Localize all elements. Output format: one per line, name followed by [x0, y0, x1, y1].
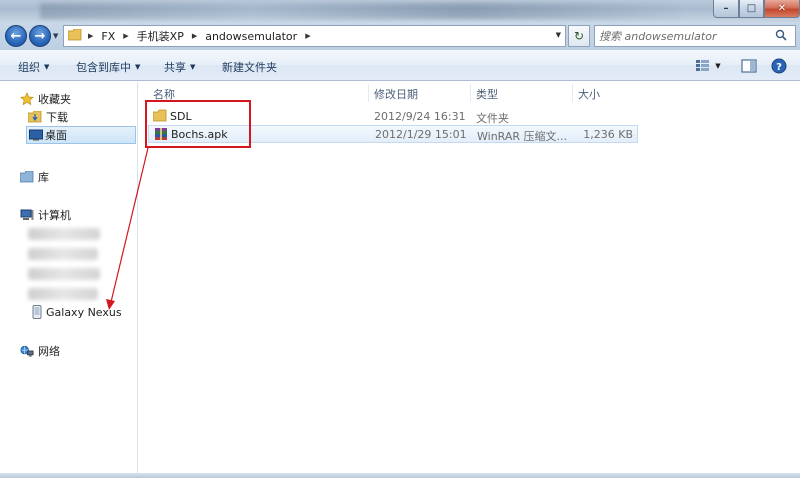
- sidebar-item-label: 桌面: [45, 129, 67, 142]
- svg-text:?: ?: [776, 62, 782, 73]
- minimize-button[interactable]: –: [713, 0, 739, 18]
- file-modified-date: 2012/9/24 16:31: [374, 110, 466, 123]
- breadcrumb-chevron-icon[interactable]: ▶: [305, 32, 310, 40]
- desktop-icon: [29, 128, 43, 142]
- sidebar-item-label: Galaxy Nexus: [46, 305, 122, 319]
- search-input[interactable]: [599, 29, 769, 43]
- chevron-down-icon: ▼: [190, 63, 196, 71]
- redacted-drive-item: [28, 228, 100, 240]
- star-icon: [20, 92, 34, 106]
- sidebar-item-downloads[interactable]: 下载: [0, 108, 138, 126]
- sidebar-item-favorites[interactable]: 收藏夹: [0, 90, 138, 108]
- column-divider[interactable]: [368, 84, 369, 102]
- back-arrow-icon: ←: [10, 28, 22, 44]
- sidebar-item-network[interactable]: 网络: [0, 342, 138, 360]
- sidebar-item-galaxy-nexus[interactable]: Galaxy Nexus: [0, 303, 138, 321]
- search-box[interactable]: [594, 25, 796, 47]
- back-button[interactable]: ←: [5, 25, 27, 47]
- address-bar[interactable]: ▶ FX ▶ 手机装XP ▶ andowsemulator ▶ ▼: [63, 25, 566, 47]
- recent-pages-dropdown-icon[interactable]: ▼: [53, 32, 58, 40]
- file-type: 文件夹: [476, 112, 509, 125]
- refresh-icon: ↻: [573, 29, 585, 43]
- breadcrumb-chevron-icon[interactable]: ▶: [123, 32, 128, 40]
- search-icon[interactable]: [775, 29, 787, 44]
- column-header-size[interactable]: 大小: [578, 86, 600, 102]
- refresh-button[interactable]: ↻: [568, 25, 590, 47]
- sidebar-item-label: 网络: [38, 345, 60, 358]
- forward-arrow-icon: →: [34, 28, 46, 44]
- sidebar-item-computer[interactable]: 计算机: [0, 206, 138, 224]
- file-size: 1,236 KB: [583, 128, 633, 141]
- command-bar: 组织 ▼ 包含到库中 ▼ 共享 ▼ 新建文件夹 ▼ ?: [0, 50, 800, 81]
- close-icon: ✕: [777, 2, 787, 14]
- organize-label: 组织: [18, 61, 40, 74]
- breadcrumb-item-andowsemulator[interactable]: andowsemulator: [205, 30, 297, 43]
- chevron-down-icon: ▼: [715, 62, 721, 70]
- sidebar-item-label: 收藏夹: [38, 93, 71, 106]
- computer-icon: [20, 208, 34, 222]
- downloads-folder-icon: [28, 110, 42, 124]
- maximize-button[interactable]: □: [739, 0, 764, 18]
- change-view-button[interactable]: ▼: [692, 56, 724, 76]
- breadcrumb: ▶ FX ▶ 手机装XP ▶ andowsemulator ▶: [88, 28, 319, 44]
- organize-button[interactable]: 组织 ▼: [18, 59, 49, 75]
- view-options-icon: [696, 60, 710, 71]
- folder-icon: [67, 28, 82, 44]
- chevron-down-icon: ▼: [135, 63, 141, 71]
- phone-device-icon: [30, 305, 44, 319]
- redacted-drive-item: [28, 288, 98, 300]
- navigation-pane: 收藏夹 下载 桌面 库 计算机 Galaxy Nexus 网络: [0, 82, 138, 478]
- breadcrumb-chevron-icon[interactable]: ▶: [192, 32, 197, 40]
- file-type: WinRAR 压缩文...: [477, 130, 568, 143]
- breadcrumb-chevron-icon[interactable]: ▶: [88, 32, 93, 40]
- new-folder-label: 新建文件夹: [222, 61, 277, 74]
- address-row: ← → ▼ ▶ FX ▶ 手机装XP ▶ andowsemulator ▶ ▼ …: [0, 22, 800, 50]
- sidebar-item-desktop[interactable]: 桌面: [26, 126, 136, 144]
- sidebar-item-label: 下载: [46, 111, 68, 124]
- blurred-title-area: [40, 3, 680, 19]
- annotation-highlight-box: [145, 100, 251, 148]
- preview-pane-icon: [741, 59, 757, 73]
- preview-pane-button[interactable]: [738, 56, 760, 76]
- chevron-down-icon: ▼: [44, 63, 50, 71]
- help-button[interactable]: ?: [768, 56, 790, 76]
- sidebar-item-label: 计算机: [38, 209, 71, 222]
- sidebar-item-libraries[interactable]: 库: [0, 168, 138, 186]
- window-bottom-border: [0, 473, 800, 478]
- help-icon: ?: [771, 58, 787, 74]
- column-header-modified[interactable]: 修改日期: [374, 86, 418, 102]
- address-history-dropdown-icon[interactable]: ▼: [556, 31, 561, 39]
- share-label: 共享: [164, 61, 186, 74]
- share-button[interactable]: 共享 ▼: [164, 59, 195, 75]
- minimize-icon: –: [723, 2, 729, 14]
- new-folder-button[interactable]: 新建文件夹: [222, 59, 277, 75]
- network-icon: [20, 344, 34, 358]
- forward-button[interactable]: →: [29, 25, 51, 47]
- column-divider[interactable]: [572, 84, 573, 102]
- column-header-type[interactable]: 类型: [476, 86, 498, 102]
- breadcrumb-item-phone-xp[interactable]: 手机装XP: [137, 28, 184, 44]
- close-button[interactable]: ✕: [764, 0, 800, 18]
- redacted-drive-item: [28, 248, 98, 260]
- breadcrumb-item-fx[interactable]: FX: [101, 30, 115, 43]
- redacted-drive-item: [28, 268, 100, 280]
- include-in-library-label: 包含到库中: [76, 61, 131, 74]
- title-bar: – □ ✕: [0, 0, 800, 22]
- sidebar-item-label: 库: [38, 171, 49, 184]
- file-modified-date: 2012/1/29 15:01: [375, 128, 467, 141]
- library-icon: [20, 170, 34, 184]
- column-divider[interactable]: [470, 84, 471, 102]
- maximize-icon: □: [746, 2, 757, 14]
- include-in-library-button[interactable]: 包含到库中 ▼: [76, 59, 140, 75]
